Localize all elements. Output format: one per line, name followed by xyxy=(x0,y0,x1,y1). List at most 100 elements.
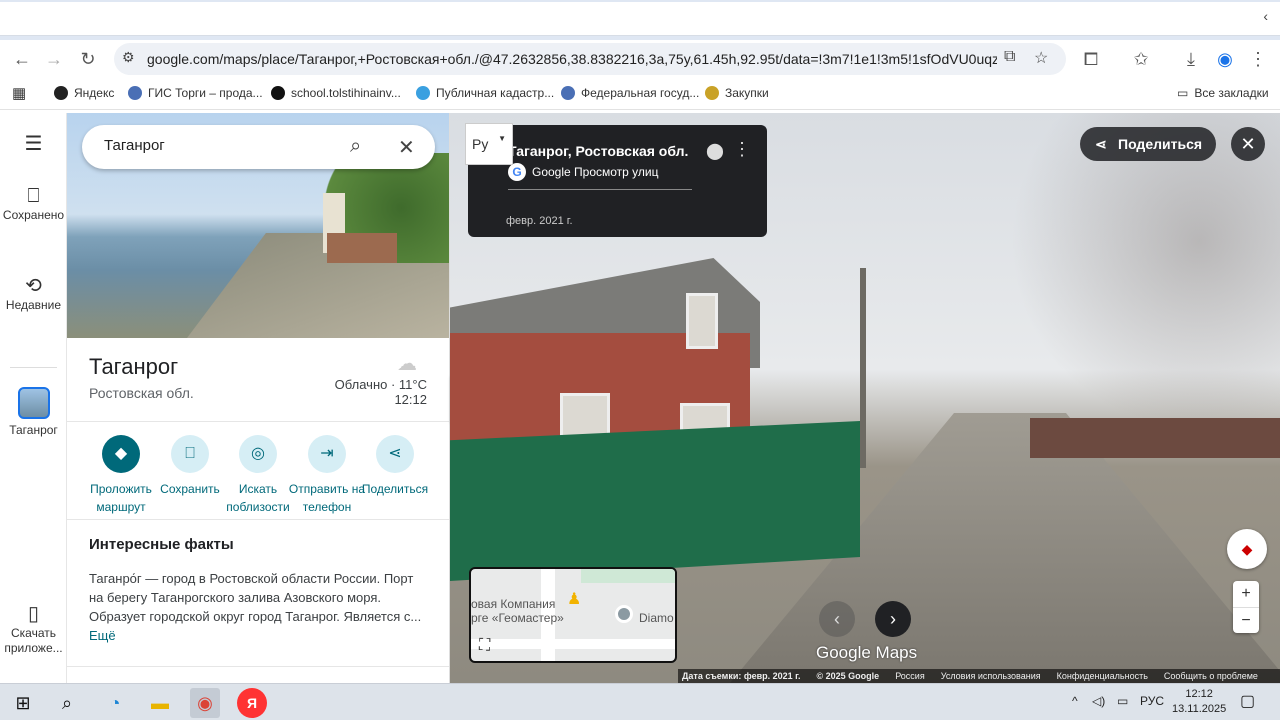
place-subtitle: Ростовская обл. xyxy=(89,385,194,401)
zoom-in-button[interactable]: + xyxy=(1233,581,1259,607)
google-logo-icon: G xyxy=(508,163,526,181)
eagle-icon xyxy=(705,86,719,100)
nearby-button[interactable]: ◎ Искать поблизости xyxy=(218,435,298,516)
zoom-controls: + − xyxy=(1233,581,1259,633)
street-view[interactable]: Таганрог, Ростовская обл. G Google Просм… xyxy=(450,113,1280,683)
divider xyxy=(67,666,449,667)
local-time: 12:12 xyxy=(394,392,427,407)
place-thumbnail xyxy=(17,387,50,419)
close-streetview-button[interactable]: ✕ xyxy=(1231,127,1265,161)
extensions-icon[interactable]: ⧠ xyxy=(1077,46,1105,72)
place-marker-icon[interactable] xyxy=(615,605,633,623)
file-explorer-icon[interactable]: ▬ xyxy=(145,688,175,718)
expand-icon[interactable]: ⛶ xyxy=(479,637,490,655)
menu-button[interactable]: ☰ xyxy=(0,134,67,156)
site-settings-icon[interactable]: ⚙ xyxy=(122,49,135,66)
map-icon xyxy=(416,86,430,100)
chevron-left-icon[interactable]: ‹ xyxy=(1263,8,1268,24)
history-icon: ⟲ xyxy=(25,275,42,297)
footer-country[interactable]: Россия xyxy=(895,669,925,683)
streetview-share-button[interactable]: ⋖ Поделиться xyxy=(1080,127,1216,161)
share-button[interactable]: ⋖ Поделиться xyxy=(355,435,435,498)
browser-toolbar: ← → ↻ ⚙ google.com/maps/place/Таганрог,+… xyxy=(0,40,1280,78)
address-bar[interactable]: ⚙ google.com/maps/place/Таганрог,+Ростов… xyxy=(114,43,1066,75)
bookmark-zakupki[interactable]: Закупки xyxy=(705,86,769,100)
bookmark-icon: ⎕ xyxy=(171,435,209,473)
back-button[interactable]: ← xyxy=(8,46,36,72)
compass-icon[interactable]: ◆ xyxy=(1227,529,1267,569)
reload-button[interactable]: ↻ xyxy=(74,46,102,72)
phone-icon: ▯ xyxy=(27,603,39,625)
search-input[interactable] xyxy=(104,137,334,154)
maps-side-rail: ☰ ⎕ Сохранено ⟲ Недавние Таганрог ▯ Скачать… xyxy=(0,113,67,683)
yandex-browser-icon[interactable]: Я xyxy=(237,688,267,718)
rail-recent[interactable]: ⟲ Недавние xyxy=(0,275,67,313)
divider xyxy=(67,421,449,422)
site-icon xyxy=(271,86,285,100)
window xyxy=(686,293,718,349)
bookmark-school[interactable]: school.tolstihinainv... xyxy=(271,86,401,100)
more-link[interactable]: Ещё xyxy=(89,628,116,643)
chrome-icon[interactable]: ◉ xyxy=(190,688,220,718)
edge-icon[interactable]: ◔ xyxy=(100,688,130,718)
map-label: овая Компания xyxy=(471,597,556,611)
profile-icon[interactable]: ◉ xyxy=(1211,46,1239,72)
url-text[interactable]: google.com/maps/place/Таганрог,+Ростовск… xyxy=(147,51,997,67)
taskbar: ⊞ ⌕ ◔ ▬ ◉ Я ^ ◁) ▭ РУС 12:12 13.11.2025 … xyxy=(0,683,1280,720)
directions-icon: ◆ xyxy=(102,435,140,473)
bookmark-cadastre[interactable]: Публичная кадастр... xyxy=(416,86,554,100)
share-icon: ⋖ xyxy=(1095,136,1107,152)
install-app-icon[interactable]: ⧉ xyxy=(1004,48,1015,66)
download-icon[interactable]: ⤓ xyxy=(1177,46,1205,72)
location-pin-icon[interactable]: ⬤ xyxy=(706,141,724,161)
footer-privacy-link[interactable]: Конфиденциальность xyxy=(1057,669,1148,683)
divider xyxy=(67,519,449,520)
search-icon[interactable]: ⌕ xyxy=(350,135,361,158)
clock-date: 13.11.2025 xyxy=(1172,703,1227,715)
forward-button[interactable]: → xyxy=(40,46,68,72)
minimap[interactable]: овая Компания рге «Геомастер» Diamo ♟ ⛶ xyxy=(469,567,677,663)
divider xyxy=(508,189,692,190)
streetview-title: Таганрог, Ростовская обл. xyxy=(508,143,689,159)
bookmark-star-icon[interactable]: ☆ xyxy=(1034,48,1048,68)
clock[interactable]: 12:12 13.11.2025 xyxy=(1172,687,1226,717)
battery-icon[interactable]: ▭ xyxy=(1117,694,1128,708)
volume-icon[interactable]: ◁) xyxy=(1092,694,1105,708)
nearby-search-icon: ◎ xyxy=(239,435,277,473)
weather-text: Облачно · 11°C xyxy=(334,377,427,392)
language-selector[interactable]: Ру ▼ xyxy=(465,123,513,165)
map-park xyxy=(581,569,675,583)
rail-download-app[interactable]: ▯ Скачать приложе... xyxy=(0,603,67,656)
map-label: Diamo xyxy=(639,611,674,625)
search-box: ⌕ ✕ xyxy=(82,125,435,169)
next-arrow-button[interactable]: › xyxy=(875,601,911,637)
footer-report-link[interactable]: Сообщить о проблеме xyxy=(1164,669,1258,683)
streetview-source: G Google Просмотр улиц xyxy=(508,163,658,181)
pegman-icon[interactable]: ♟ xyxy=(567,589,581,609)
search-icon[interactable]: ⌕ xyxy=(52,688,82,718)
close-icon[interactable]: ✕ xyxy=(398,135,415,160)
bookmark-gis-torgi[interactable]: ГИС Торги – прода... xyxy=(128,86,263,100)
chevron-up-icon[interactable]: ^ xyxy=(1072,694,1078,708)
rail-saved[interactable]: ⎕ Сохранено xyxy=(0,186,67,223)
start-icon[interactable]: ⊞ xyxy=(8,688,38,718)
bookmark-yandex[interactable]: Яндекс xyxy=(54,86,114,100)
map-road xyxy=(471,639,675,649)
action-buttons: ◆ Проложить маршрут ⎕ Сохранить ◎ Искать… xyxy=(67,433,449,516)
more-options-icon[interactable]: ⋮ xyxy=(733,139,751,160)
notifications-icon[interactable]: ▢ xyxy=(1240,691,1255,711)
capture-date[interactable]: февр. 2021 г. xyxy=(506,215,573,227)
menu-kebab-icon[interactable]: ⋮ xyxy=(1244,46,1272,72)
footer-terms-link[interactable]: Условия использования xyxy=(941,669,1041,683)
bookmarks-icon[interactable]: ✩ xyxy=(1127,46,1155,72)
bookmark-federal[interactable]: Федеральная госуд... xyxy=(561,86,699,100)
zoom-out-button[interactable]: − xyxy=(1233,607,1259,633)
apps-grid-icon[interactable]: ▦ xyxy=(12,84,26,102)
footer-copyright: © 2025 Google xyxy=(816,671,880,681)
rail-recent-place[interactable]: Таганрог xyxy=(0,387,67,438)
directions-button[interactable]: ◆ Проложить маршрут xyxy=(81,435,161,516)
all-bookmarks[interactable]: ▭ Все закладки xyxy=(1177,86,1269,100)
previous-arrow-button[interactable]: ‹ xyxy=(819,601,855,637)
language-indicator[interactable]: РУС xyxy=(1140,694,1164,708)
emblem-icon xyxy=(128,86,142,100)
